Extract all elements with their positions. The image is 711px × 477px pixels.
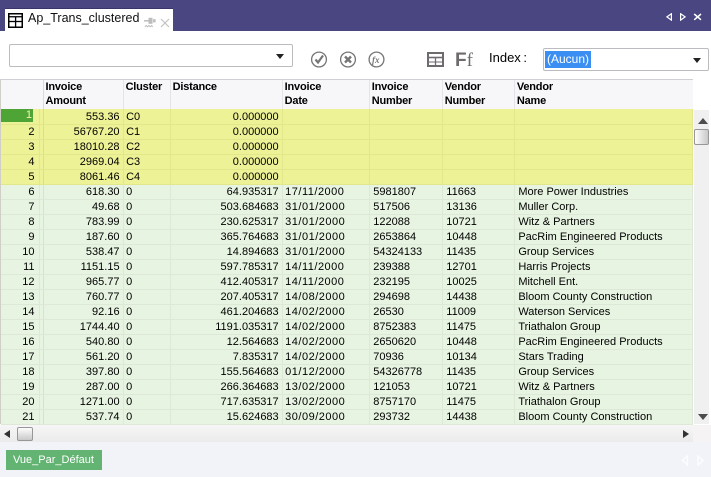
svg-text:fx: fx — [372, 55, 380, 65]
